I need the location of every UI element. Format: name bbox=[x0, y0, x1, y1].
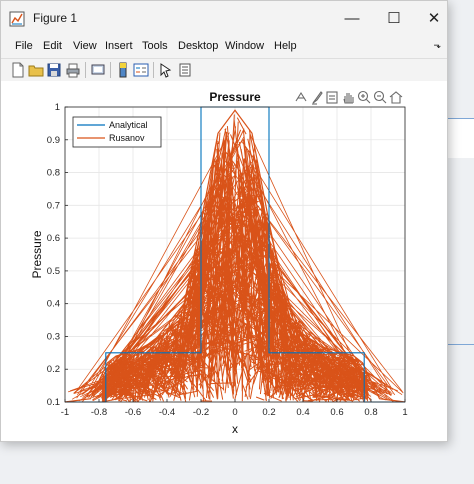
x-axis-label: x bbox=[232, 422, 238, 436]
close-icon: ✕ bbox=[427, 10, 441, 27]
x-tick-label: 1 bbox=[402, 407, 407, 418]
open-file-icon[interactable] bbox=[28, 62, 44, 78]
menu-help[interactable]: Help bbox=[274, 40, 297, 52]
menu-tools[interactable]: Tools bbox=[142, 40, 168, 52]
menu-bar: File Edit View Insert Tools Desktop Wind… bbox=[1, 35, 447, 57]
y-tick-label: 0.1 bbox=[47, 397, 60, 408]
x-tick-label: -0.4 bbox=[159, 407, 175, 418]
menu-window[interactable]: Window bbox=[225, 40, 264, 52]
y-tick-label: 0.7 bbox=[47, 200, 60, 211]
pressure-plot[interactable]: -1 -0.8 -0.6 -0.4 -0.2 0 0.2 0.4 0.6 0.8 1 0.1 0.2 0.… bbox=[1, 81, 447, 441]
y-tick-label: 1 bbox=[55, 102, 60, 113]
figure-toolbar bbox=[1, 58, 447, 82]
pan-icon[interactable] bbox=[343, 93, 354, 104]
x-tick-label: -0.6 bbox=[125, 407, 141, 418]
plot-lines bbox=[64, 106, 406, 403]
figure-canvas: -1 -0.8 -0.6 -0.4 -0.2 0 0.2 0.4 0.6 0.8 1 0.1 0.2 0.… bbox=[1, 81, 447, 441]
legend[interactable]: Analytical Rusanov bbox=[72, 116, 162, 148]
background-divider bbox=[446, 344, 474, 345]
x-tick-label: 0.8 bbox=[364, 407, 377, 418]
menu-overflow-icon[interactable]: ⬎ bbox=[433, 40, 441, 51]
close-button[interactable]: ✕ bbox=[411, 1, 457, 35]
legend-label-rusanov: Rusanov bbox=[109, 133, 145, 143]
save-icon[interactable] bbox=[46, 62, 62, 78]
menu-desktop[interactable]: Desktop bbox=[178, 40, 218, 52]
insert-legend-icon[interactable] bbox=[133, 62, 149, 78]
toolbar-separator bbox=[153, 62, 154, 78]
minimize-icon: — bbox=[344, 9, 360, 27]
x-tick-label: 0.2 bbox=[262, 407, 275, 418]
y-tick-label: 0.6 bbox=[47, 233, 60, 244]
window-title: Figure 1 bbox=[33, 11, 78, 25]
y-tick-label: 0.5 bbox=[47, 266, 60, 277]
y-axis-label: Pressure bbox=[30, 230, 44, 278]
x-tick-label: 0.6 bbox=[330, 407, 343, 418]
legend-label-analytical: Analytical bbox=[109, 120, 148, 130]
edit-plot-icon[interactable] bbox=[158, 62, 174, 78]
y-tick-label: 0.8 bbox=[47, 168, 60, 179]
menu-edit[interactable]: Edit bbox=[43, 40, 62, 52]
home-icon[interactable] bbox=[389, 91, 403, 104]
title-bar[interactable]: Figure 1 — ☐ ✕ bbox=[1, 1, 447, 35]
background-divider bbox=[446, 118, 474, 119]
y-tick-label: 0.9 bbox=[47, 135, 60, 146]
insert-colorbar-icon[interactable] bbox=[115, 62, 131, 78]
maximize-icon: ☐ bbox=[387, 10, 401, 27]
minimize-button[interactable]: — bbox=[329, 1, 375, 35]
x-tick-label: -1 bbox=[61, 407, 69, 418]
plot-title: Pressure bbox=[209, 90, 261, 104]
axes-toolbar bbox=[295, 90, 403, 105]
export-icon[interactable] bbox=[295, 91, 307, 102]
matlab-figure-icon bbox=[9, 11, 25, 27]
y-tick-label: 0.2 bbox=[47, 364, 60, 375]
x-tick-label: -0.2 bbox=[193, 407, 209, 418]
new-figure-icon[interactable] bbox=[10, 62, 26, 78]
zoom-in-icon[interactable] bbox=[357, 90, 371, 104]
property-inspector-icon[interactable] bbox=[177, 62, 193, 78]
y-tick-label: 0.3 bbox=[47, 331, 60, 342]
brush-icon[interactable] bbox=[312, 91, 323, 105]
print-icon[interactable] bbox=[65, 62, 81, 78]
x-tick-label: -0.8 bbox=[91, 407, 107, 418]
zoom-out-icon[interactable] bbox=[373, 90, 387, 104]
x-tick-label: 0.4 bbox=[296, 407, 309, 418]
print-preview-icon[interactable] bbox=[90, 62, 106, 78]
data-tips-icon[interactable] bbox=[326, 91, 338, 104]
toolbar-separator bbox=[85, 62, 86, 78]
toolbar-separator bbox=[110, 62, 111, 78]
x-tick-label: 0 bbox=[232, 407, 237, 418]
y-tick-label: 0.4 bbox=[47, 299, 60, 310]
menu-file[interactable]: File bbox=[15, 40, 33, 52]
figure-window: Figure 1 — ☐ ✕ File Edit View Insert Too… bbox=[0, 0, 448, 442]
menu-view[interactable]: View bbox=[73, 40, 97, 52]
menu-insert[interactable]: Insert bbox=[105, 40, 133, 52]
